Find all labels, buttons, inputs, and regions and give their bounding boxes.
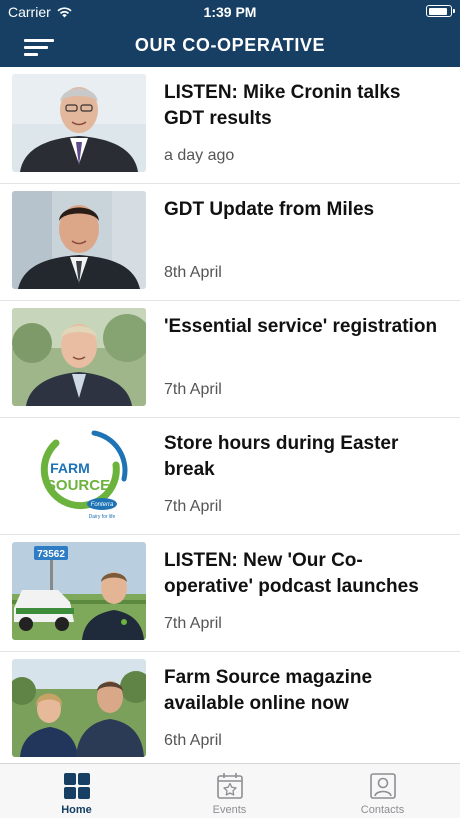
tab-home-label: Home bbox=[61, 804, 92, 816]
contact-card-icon bbox=[370, 773, 396, 799]
article-title: LISTEN: New 'Our Co-operative' podcast l… bbox=[164, 550, 419, 597]
news-list: LISTEN: Mike Cronin talks GDT results a … bbox=[0, 67, 460, 763]
man-outdoor-photo bbox=[12, 308, 146, 406]
article-thumbnail bbox=[12, 308, 146, 406]
hamburger-icon-line-1 bbox=[24, 39, 54, 42]
news-item[interactable]: GDT Update from Miles 8th April bbox=[0, 184, 460, 301]
man-portrait-photo bbox=[12, 74, 146, 172]
hamburger-icon-line-3 bbox=[24, 53, 38, 56]
article-thumbnail bbox=[12, 191, 146, 289]
article-thumbnail bbox=[12, 74, 146, 172]
podcast-vehicle-photo: 73562 bbox=[12, 542, 146, 640]
wifi-icon bbox=[57, 7, 72, 18]
article-title: Farm Source magazine available online no… bbox=[164, 667, 373, 714]
nav-header: Carrier 1:39 PM OUR CO-OPERATIVE bbox=[0, 0, 460, 67]
logo-line-2: SOURCE bbox=[46, 477, 110, 494]
news-item[interactable]: 73562 LISTEN: New 'Our Co-operative' pod… bbox=[0, 535, 460, 652]
carrier-label: Carrier bbox=[8, 4, 51, 20]
news-item[interactable]: Farm Source magazine available online no… bbox=[0, 652, 460, 763]
article-date: 8th April bbox=[164, 264, 222, 281]
logo-tagline: Dairy for life bbox=[89, 514, 116, 520]
status-bar: Carrier 1:39 PM bbox=[0, 0, 460, 24]
article-thumbnail bbox=[12, 659, 146, 757]
calendar-star-icon bbox=[217, 773, 243, 799]
article-date: a day ago bbox=[164, 147, 235, 164]
photo-sign-number: 73562 bbox=[37, 549, 65, 560]
news-item[interactable]: 'Essential service' registration 7th Apr… bbox=[0, 301, 460, 418]
article-thumbnail: FARM SOURCE Fonterra Dairy for life bbox=[12, 425, 146, 523]
news-item[interactable]: FARM SOURCE Fonterra Dairy for life Stor… bbox=[0, 418, 460, 535]
tab-contacts[interactable]: Contacts bbox=[306, 764, 459, 818]
article-title: GDT Update from Miles bbox=[164, 199, 375, 220]
tab-events[interactable]: Events bbox=[153, 764, 306, 818]
battery-icon bbox=[426, 5, 455, 17]
tab-events-label: Events bbox=[212, 804, 247, 816]
page-title: OUR CO-OPERATIVE bbox=[134, 35, 326, 55]
logo-line-1: FARM bbox=[50, 460, 90, 476]
article-date: 7th April bbox=[164, 498, 222, 515]
menu-button[interactable] bbox=[20, 33, 60, 59]
logo-brand: Fonterra bbox=[91, 502, 114, 508]
couple-outdoor-photo bbox=[12, 659, 146, 757]
battery-level bbox=[428, 7, 447, 15]
article-date: 7th April bbox=[164, 615, 222, 632]
article-date: 6th April bbox=[164, 732, 222, 749]
article-title: 'Essential service' registration bbox=[164, 316, 438, 337]
home-grid-icon bbox=[64, 773, 90, 799]
tab-contacts-label: Contacts bbox=[360, 804, 405, 816]
man-portrait-photo bbox=[12, 191, 146, 289]
carrier-status: Carrier bbox=[8, 4, 73, 20]
article-date: 7th April bbox=[164, 381, 222, 398]
article-thumbnail: 73562 bbox=[12, 542, 146, 640]
farm-source-logo: FARM SOURCE Fonterra Dairy for life bbox=[12, 425, 146, 523]
tab-bar: Home Events Contacts bbox=[0, 763, 460, 818]
article-title: LISTEN: Mike Cronin talks GDT results bbox=[164, 82, 401, 129]
news-item[interactable]: LISTEN: Mike Cronin talks GDT results a … bbox=[0, 67, 460, 184]
article-title: Store hours during Easter break bbox=[164, 433, 399, 480]
tab-home[interactable]: Home bbox=[0, 764, 153, 818]
hamburger-icon-line-2 bbox=[24, 46, 48, 49]
